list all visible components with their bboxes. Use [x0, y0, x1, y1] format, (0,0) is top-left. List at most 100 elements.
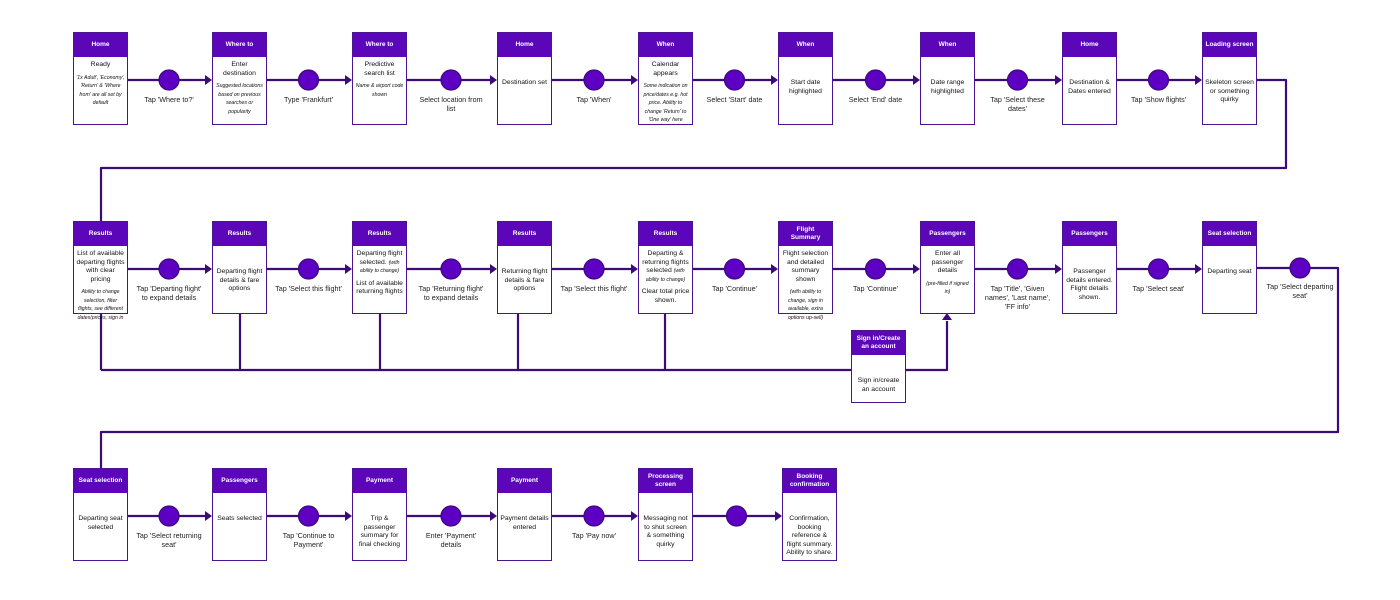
screen-title: Home [74, 33, 127, 57]
screen-description: Calendar appears Some indication on price… [639, 57, 692, 133]
arrow-head [345, 511, 352, 521]
screen-title: Seat selection [1203, 222, 1256, 246]
step-label: Tap 'Continue' [711, 284, 758, 293]
step-label: Tap 'Select this flight' [560, 284, 628, 293]
screen-card[interactable]: Results Departing flight details & fare o… [212, 221, 267, 314]
step-label: Tap 'Pay now' [572, 531, 616, 540]
step-node [440, 505, 462, 527]
screen-card[interactable]: Results Departing flight selected. (with … [352, 221, 407, 314]
screen-card[interactable]: Passengers Enter all passenger details (pr… [920, 221, 975, 314]
screen-card[interactable]: Passengers Passenger details entered. Fli… [1062, 221, 1117, 314]
screen-title: Passengers [1063, 222, 1116, 246]
screen-text: Departing flight details & fare options [216, 268, 263, 292]
arrow-head [631, 511, 638, 521]
screen-text: List of available returning flights [356, 279, 403, 296]
step-node [864, 69, 887, 91]
arrow-head [913, 264, 920, 274]
screen-card[interactable]: Passengers Seats selected [212, 468, 267, 561]
screen-description: Seats selected [213, 493, 266, 532]
screen-title: Results [213, 222, 266, 246]
screen-card[interactable]: Payment Trip & passenger summary for fina… [352, 468, 407, 561]
arrow-head [345, 264, 352, 274]
step-node [297, 69, 320, 91]
screen-text: Calendar appears [651, 61, 680, 77]
screen-title: Passengers [921, 222, 974, 246]
step-label: Tap 'When' [576, 95, 612, 104]
screen-card[interactable]: Where to Enter destination Suggested locat… [212, 32, 267, 125]
step-label: Tap 'Select returning seat' [136, 531, 202, 549]
arrow-head [490, 511, 497, 521]
step-node [440, 258, 462, 280]
screen-card[interactable]: Payment Payment details entered [497, 468, 552, 561]
screen-title: Results [74, 222, 127, 246]
screen-description: Payment details entered [498, 493, 551, 540]
screen-text: Passenger details entered. Flight detail… [1066, 268, 1113, 301]
screen-card[interactable]: Seat selection Departing seat selected [73, 468, 128, 561]
screen-description: Start date highlighted [779, 57, 832, 104]
screen-card[interactable]: Flight Summary Flight selection and detai… [778, 221, 833, 321]
screen-description: Flight selection and detailed summary sh… [779, 246, 832, 330]
step-node [1006, 69, 1029, 91]
screen-title: When [921, 33, 974, 57]
screen-note: Ability to change selection, filter flig… [77, 289, 124, 321]
screen-card[interactable]: Booking confirmation Confirmation, bookin… [782, 468, 837, 561]
screen-description: Messaging not to shut screen & something… [639, 493, 692, 557]
arrow-head [631, 75, 638, 85]
screen-title: Home [498, 33, 551, 57]
screen-text: Predictive search list [364, 61, 395, 77]
screen-description: Sign in/create an account [852, 355, 905, 402]
step-label: Select 'End' date [848, 95, 903, 104]
step-label: Tap 'Select seat' [1132, 284, 1185, 293]
step-label: Tap 'Where to?' [144, 95, 194, 104]
screen-card[interactable]: Home Destination set [497, 32, 552, 125]
step-label: Tap 'Departing flight' to expand details [136, 284, 202, 302]
step-label: Type 'Frankfurt' [283, 95, 334, 104]
screen-card[interactable]: Home Ready '1x Adult', 'Economy', 'Return'… [73, 32, 128, 125]
screen-card[interactable]: Seat selection Departing seat [1202, 221, 1257, 314]
screen-card[interactable]: Processing screen Messaging not to shut s… [638, 468, 693, 561]
step-node [1289, 257, 1311, 279]
step-node [440, 69, 462, 91]
screen-card[interactable]: Where to Predictive search list Name & air… [352, 32, 407, 125]
screen-description: Returning flight details & fare options [498, 246, 551, 302]
screen-text: Ready [90, 61, 111, 68]
arrow-head [771, 264, 778, 274]
step-node [583, 258, 605, 280]
step-label: Tap 'Returning flight' to expand details [418, 284, 484, 302]
step-node [725, 505, 748, 527]
signin-card[interactable]: Sign in/Create an account Sign in/create … [851, 330, 906, 403]
arrow-head [1195, 75, 1202, 85]
screen-card[interactable]: Loading screen Skeleton screen or somethi… [1202, 32, 1257, 125]
screen-description: Confirmation, booking reference & flight… [783, 493, 836, 566]
screen-text: Enter all passenger details [931, 250, 964, 274]
step-label: Tap 'Title', 'Given names', 'Last name',… [984, 284, 1051, 311]
screen-text: Messaging not to shut screen & something… [643, 515, 688, 548]
step-label: Tap 'Continue' [852, 284, 899, 293]
screen-card[interactable]: Results Returning flight details & fare o… [497, 221, 552, 314]
arrow-head [205, 511, 212, 521]
screen-note: (pre-filled if signed in) [926, 280, 969, 296]
screen-description: Destination set [498, 57, 551, 96]
screen-card[interactable]: Results List of available departing fligh… [73, 221, 128, 321]
screen-card[interactable]: When Calendar appears Some indication on p… [638, 32, 693, 125]
screen-card[interactable]: When Start date highlighted [778, 32, 833, 125]
screen-card[interactable]: When Date range highlighted [920, 32, 975, 125]
step-label: Enter 'Payment' details [425, 531, 477, 549]
step-node [1006, 258, 1029, 280]
screen-description: Departing seat selected [74, 493, 127, 540]
arrow-head [913, 75, 920, 85]
screen-title: Results [498, 222, 551, 246]
screen-text: Enter destination [223, 61, 256, 77]
screen-title: Where to [213, 33, 266, 57]
screen-title: Results [639, 222, 692, 246]
screen-card[interactable]: Home Destination & Dates entered [1062, 32, 1117, 125]
step-label: Tap 'Select departing seat' [1266, 282, 1334, 300]
screen-description: Enter destination Suggested locations bas… [213, 57, 266, 124]
screen-card[interactable]: Results Departing & returning flights sel… [638, 221, 693, 314]
step-node [158, 258, 180, 280]
screen-title: Passengers [213, 469, 266, 493]
screen-description: Enter all passenger details (pre-filled i… [921, 246, 974, 305]
step-label: Tap 'Select this flight' [275, 284, 342, 293]
screen-description: Ready '1x Adult', 'Economy', 'Return' & '… [74, 57, 127, 116]
step-node [723, 69, 746, 91]
